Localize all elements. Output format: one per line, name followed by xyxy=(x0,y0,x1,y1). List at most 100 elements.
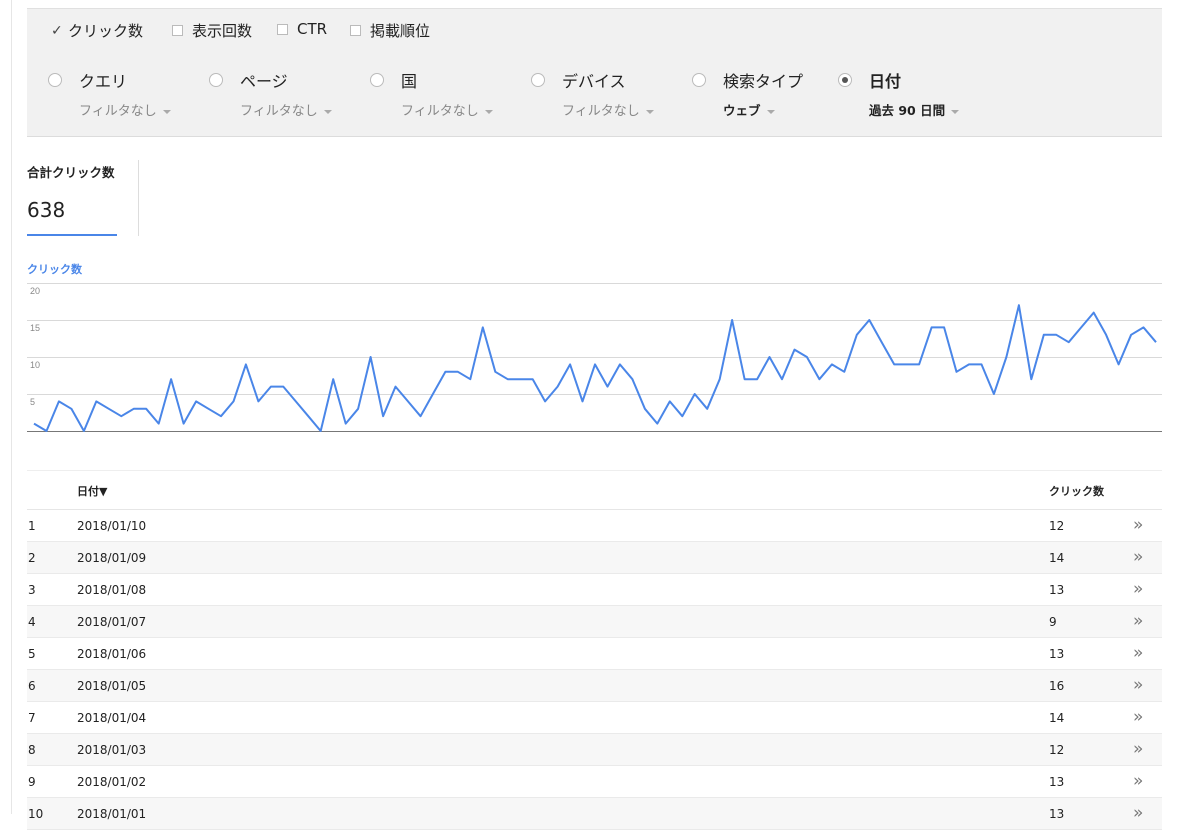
double-chevron-right-icon[interactable]: » xyxy=(1133,707,1144,727)
table-body: 1 2018/01/10 12 » 2 2018/01/09 14 » 3 2018/01/08 1… xyxy=(27,510,1162,830)
double-chevron-right-icon[interactable]: » xyxy=(1133,771,1144,791)
row-date: 2018/01/06 xyxy=(77,647,147,661)
row-clicks: 13 xyxy=(1049,775,1065,789)
row-index: 7 xyxy=(28,711,36,725)
double-chevron-right-icon[interactable]: » xyxy=(1133,515,1144,535)
row-date: 2018/01/07 xyxy=(77,615,147,629)
clicks-series-line xyxy=(33,304,1157,432)
column-header-clicks[interactable]: クリック数 xyxy=(1049,483,1104,499)
table-row[interactable]: 5 2018/01/06 13 » xyxy=(27,638,1162,670)
double-chevron-right-icon[interactable]: » xyxy=(1133,579,1144,599)
caret-down-icon xyxy=(645,109,654,114)
dimension-filter-dropdown[interactable]: フィルタなし xyxy=(240,100,332,119)
metric-label: 掲載順位 xyxy=(370,22,431,40)
caret-down-icon xyxy=(323,109,332,114)
checkbox-icon[interactable] xyxy=(277,23,288,35)
row-index: 9 xyxy=(28,775,36,789)
metric-ctr[interactable]: CTR xyxy=(277,20,327,38)
totals-divider xyxy=(138,160,139,236)
checkbox-icon[interactable] xyxy=(350,25,361,36)
row-index: 10 xyxy=(28,807,44,821)
table-row[interactable]: 10 2018/01/01 13 » xyxy=(27,798,1162,830)
row-index: 3 xyxy=(28,583,36,597)
caret-down-icon xyxy=(766,109,775,114)
row-clicks: 13 xyxy=(1049,583,1065,597)
metric-label: クリック数 xyxy=(68,22,144,40)
row-clicks: 12 xyxy=(1049,743,1065,757)
column-header-date[interactable]: 日付▼ xyxy=(77,483,107,499)
dimension-filter-dropdown[interactable]: フィルタなし xyxy=(79,100,171,119)
double-chevron-right-icon[interactable]: » xyxy=(1133,803,1144,823)
clicks-line-chart: 5 10 15 20 xyxy=(27,283,1162,432)
radio-button[interactable] xyxy=(531,73,545,87)
filter-label: ウェブ xyxy=(723,103,761,118)
dimension-label[interactable]: 日付 xyxy=(869,68,901,92)
table-row[interactable]: 2 2018/01/09 14 » xyxy=(27,542,1162,574)
row-clicks: 9 xyxy=(1049,615,1057,629)
results-table: 日付▼ クリック数 1 2018/01/10 12 » 2 2018/01/09 14 » 3 2… xyxy=(27,470,1162,830)
row-index: 5 xyxy=(28,647,36,661)
double-chevron-right-icon[interactable]: » xyxy=(1133,643,1144,663)
row-date: 2018/01/10 xyxy=(77,519,147,533)
double-chevron-right-icon[interactable]: » xyxy=(1133,675,1144,695)
filter-label: 過去 90 日間 xyxy=(869,103,946,118)
table-header: 日付▼ クリック数 xyxy=(27,471,1162,510)
dimension-filter-dropdown[interactable]: 過去 90 日間 xyxy=(869,100,960,119)
metric-label: CTR xyxy=(297,20,328,38)
row-clicks: 16 xyxy=(1049,679,1065,693)
row-date: 2018/01/02 xyxy=(77,775,147,789)
radio-button[interactable] xyxy=(209,73,223,87)
caret-down-icon xyxy=(951,109,960,114)
y-tick-label: 15 xyxy=(30,323,40,333)
table-row[interactable]: 7 2018/01/04 14 » xyxy=(27,702,1162,734)
row-date: 2018/01/05 xyxy=(77,679,147,693)
metric-clicks[interactable]: ✓ クリック数 xyxy=(51,20,143,41)
checkmark-icon: ✓ xyxy=(51,22,63,39)
metric-selector-bar: ✓ クリック数 表示回数 CTR 掲載順位 xyxy=(27,8,1162,54)
table-row[interactable]: 4 2018/01/07 9 » xyxy=(27,606,1162,638)
dimension-filter-dropdown[interactable]: フィルタなし xyxy=(401,100,493,119)
caret-down-icon xyxy=(162,109,171,114)
dimension-label[interactable]: デバイス xyxy=(562,68,626,92)
row-index: 1 xyxy=(28,519,36,533)
table-row[interactable]: 8 2018/01/03 12 » xyxy=(27,734,1162,766)
dimension-label[interactable]: ページ xyxy=(240,68,288,92)
dimension-filter-dropdown[interactable]: ウェブ xyxy=(723,100,775,119)
radio-button[interactable] xyxy=(48,73,62,87)
row-index: 4 xyxy=(28,615,36,629)
row-index: 2 xyxy=(28,551,36,565)
total-clicks-label: 合計クリック数 xyxy=(27,165,115,180)
row-clicks: 14 xyxy=(1049,551,1065,565)
y-tick-label: 5 xyxy=(30,397,35,407)
filter-label: フィルタなし xyxy=(79,104,157,119)
checkbox-icon[interactable] xyxy=(172,25,183,36)
metric-label: 表示回数 xyxy=(192,22,253,40)
total-clicks-value: 638 xyxy=(27,198,66,222)
dimension-label[interactable]: クエリ xyxy=(79,68,127,92)
radio-button[interactable] xyxy=(370,73,384,87)
double-chevron-right-icon[interactable]: » xyxy=(1133,547,1144,567)
table-row[interactable]: 3 2018/01/08 13 » xyxy=(27,574,1162,606)
table-row[interactable]: 6 2018/01/05 16 » xyxy=(27,670,1162,702)
table-row[interactable]: 9 2018/01/02 13 » xyxy=(27,766,1162,798)
total-clicks-card[interactable]: 合計クリック数 638 xyxy=(27,160,117,236)
row-date: 2018/01/03 xyxy=(77,743,147,757)
radio-button[interactable] xyxy=(692,73,706,87)
filter-label: フィルタなし xyxy=(562,104,640,119)
row-date: 2018/01/04 xyxy=(77,711,147,725)
double-chevron-right-icon[interactable]: » xyxy=(1133,611,1144,631)
double-chevron-right-icon[interactable]: » xyxy=(1133,739,1144,759)
filter-label: フィルタなし xyxy=(401,104,479,119)
radio-button-selected[interactable] xyxy=(838,73,852,87)
table-row[interactable]: 1 2018/01/10 12 » xyxy=(27,510,1162,542)
caret-down-icon xyxy=(484,109,493,114)
dimension-filter-dropdown[interactable]: フィルタなし xyxy=(562,100,654,119)
row-date: 2018/01/01 xyxy=(77,807,147,821)
dimension-label[interactable]: 検索タイプ xyxy=(723,68,803,92)
y-tick-label: 20 xyxy=(30,286,40,296)
metric-position[interactable]: 掲載順位 xyxy=(350,20,430,41)
dimension-label[interactable]: 国 xyxy=(401,68,417,92)
row-clicks: 14 xyxy=(1049,711,1065,725)
row-index: 6 xyxy=(28,679,36,693)
metric-impressions[interactable]: 表示回数 xyxy=(172,20,252,41)
